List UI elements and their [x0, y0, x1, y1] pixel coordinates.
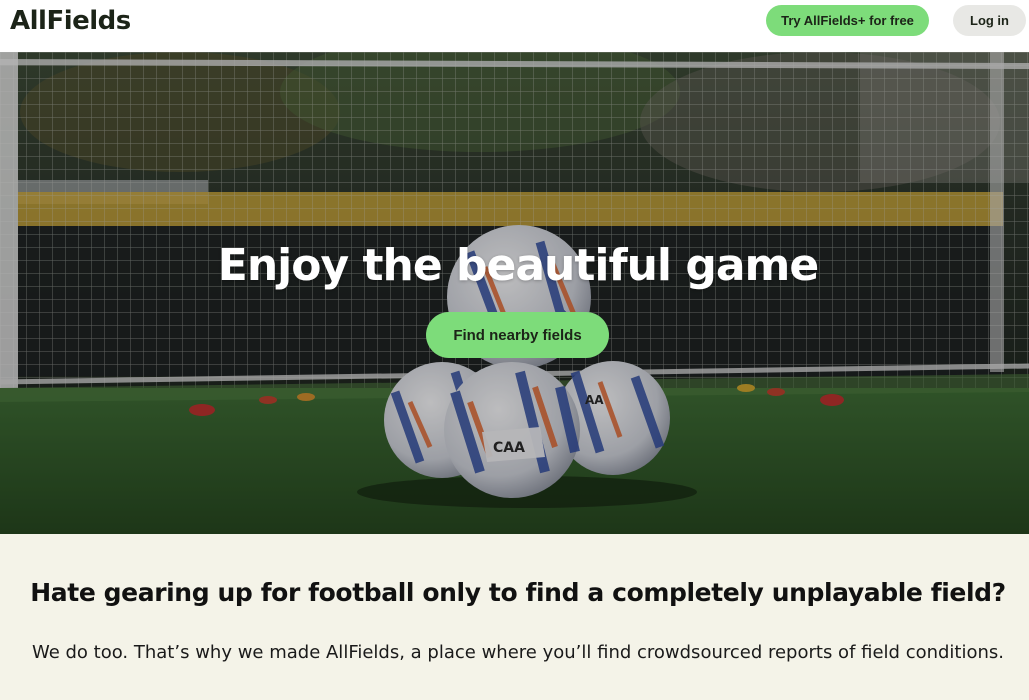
info-section: Hate gearing up for football only to fin…	[0, 534, 1029, 700]
logo[interactable]: AllFields	[10, 6, 131, 36]
login-button[interactable]: Log in	[953, 5, 1026, 36]
site-header: AllFields Try AllFields+ for free Log in	[0, 0, 1029, 52]
hero-background-image: CAA AA	[0, 52, 1029, 534]
info-heading: Hate gearing up for football only to fin…	[30, 578, 1006, 607]
try-allfields-plus-button[interactable]: Try AllFields+ for free	[766, 5, 929, 36]
hero-section: CAA AA Enjoy the beautiful game Find nea…	[0, 52, 1029, 534]
info-description: We do too. That’s why we made AllFields,…	[31, 642, 1005, 663]
find-nearby-fields-button[interactable]: Find nearby fields	[426, 312, 609, 358]
hero-title: Enjoy the beautiful game	[217, 240, 819, 291]
